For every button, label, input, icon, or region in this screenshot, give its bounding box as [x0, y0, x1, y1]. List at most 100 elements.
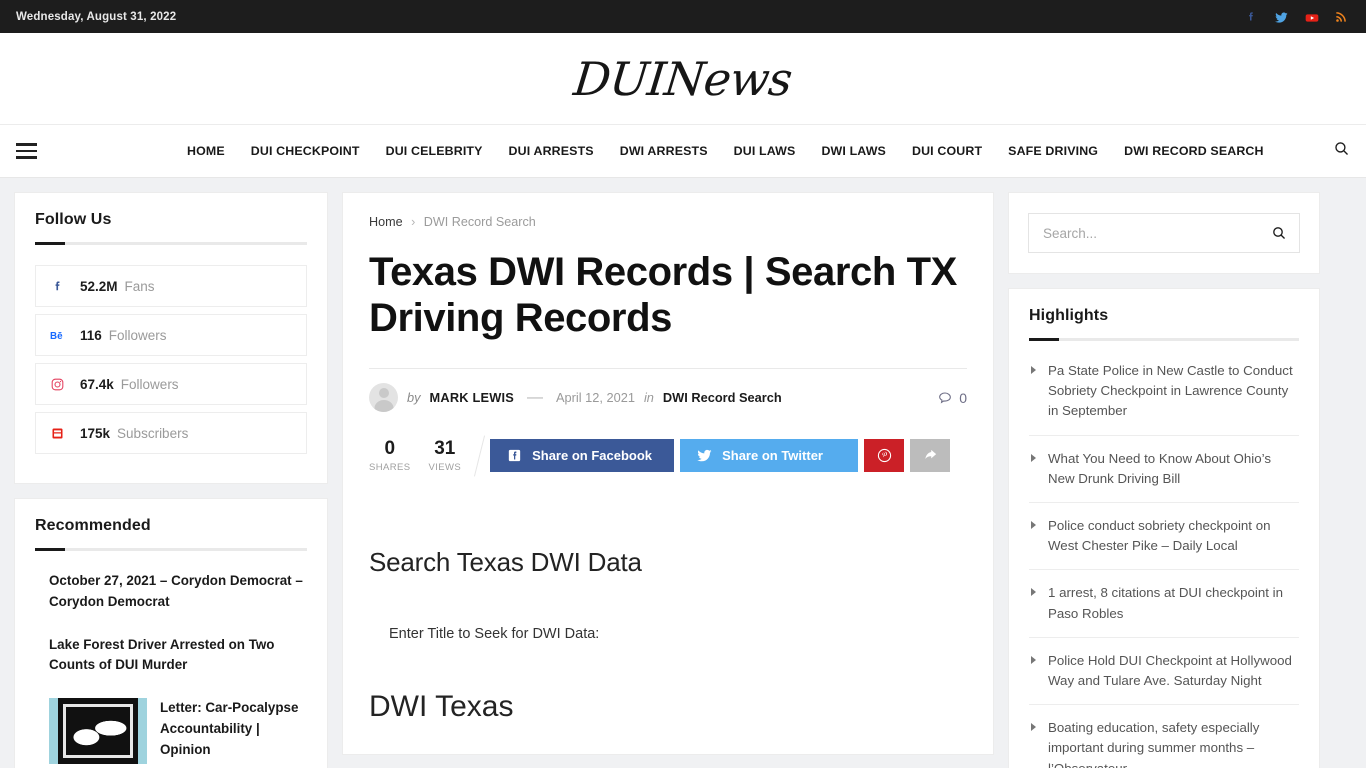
youtube-icon[interactable]: [1304, 10, 1319, 24]
rss-icon[interactable]: [1334, 10, 1348, 24]
breadcrumb-home[interactable]: Home: [369, 215, 403, 229]
search-widget: [1008, 192, 1320, 274]
share-facebook-button[interactable]: Share on Facebook: [490, 439, 675, 473]
twitter-icon[interactable]: [1274, 10, 1288, 24]
chevron-right-icon: [1031, 655, 1039, 664]
page-title: Texas DWI Records | Search TX Driving Re…: [369, 250, 957, 341]
chevron-right-icon: [1031, 366, 1039, 374]
nav-item-dui-checkpoint[interactable]: DUI CHECKPOINT: [238, 144, 373, 158]
follow-item-youtube[interactable]: 175k Subscribers: [35, 412, 307, 454]
comment-count[interactable]: 0: [937, 390, 967, 406]
highlights-widget: Highlights Pa State Police in New Castle…: [1008, 288, 1320, 768]
chevron-right-icon: [1031, 521, 1039, 530]
views-count: 31: [434, 437, 456, 459]
meta-dash: —: [526, 388, 543, 406]
views-label: VIEWS: [428, 461, 462, 473]
divider: [35, 242, 307, 245]
follow-count: 116: [80, 327, 102, 343]
top-social-links: [1244, 10, 1348, 24]
author-name[interactable]: MARK LEWIS: [430, 390, 514, 405]
list-item[interactable]: Pa State Police in New Castle to Conduct…: [1029, 361, 1299, 436]
category-link[interactable]: DWI Record Search: [663, 390, 782, 405]
nav-item-dui-laws[interactable]: DUI LAWS: [721, 144, 809, 158]
follow-item-behance[interactable]: Bē 116 Followers: [35, 314, 307, 356]
chevron-right-icon: [1031, 453, 1039, 462]
follow-count: 52.2M: [80, 278, 118, 294]
list-item[interactable]: October 27, 2021 – Corydon Democrat – Co…: [35, 571, 307, 613]
article-thumbnail: [49, 698, 147, 765]
chevron-right-icon: [1031, 588, 1039, 597]
pinterest-icon: [877, 449, 891, 463]
highlight-title: Boating education, safety especially imp…: [1048, 720, 1260, 768]
views-stat: 31 VIEWS: [428, 437, 479, 473]
divider: [1029, 338, 1299, 341]
page-body: Follow Us 52.2M Fans Bē 116 Followers 67…: [0, 178, 1366, 768]
top-bar: Wednesday, August 31, 2022: [0, 0, 1366, 33]
share-twitter-button[interactable]: Share on Twitter: [680, 439, 859, 473]
follow-label: Fans: [124, 278, 155, 294]
comment-bubble-icon: [939, 392, 952, 404]
follow-item-facebook[interactable]: 52.2M Fans: [35, 265, 307, 307]
recommended-item-title: October 27, 2021 – Corydon Democrat – Co…: [49, 573, 303, 609]
site-header: DUINews: [0, 33, 1366, 125]
in-label: in: [643, 390, 654, 406]
nav-item-safe-driving[interactable]: SAFE DRIVING: [995, 144, 1111, 158]
follow-label: Subscribers: [117, 425, 189, 441]
main-navigation: HOME DUI CHECKPOINT DUI CELEBRITY DUI AR…: [0, 125, 1366, 178]
nav-item-home[interactable]: HOME: [174, 144, 238, 158]
site-logo[interactable]: DUINews: [572, 52, 795, 106]
list-item[interactable]: Police Hold DUI Checkpoint at Hollywood …: [1029, 638, 1299, 706]
breadcrumb-current[interactable]: DWI Record Search: [424, 215, 536, 229]
by-label: by: [407, 390, 421, 406]
highlight-title: Police conduct sobriety checkpoint on We…: [1048, 518, 1271, 554]
follow-item-instagram[interactable]: 67.4k Followers: [35, 363, 307, 405]
list-item[interactable]: Boating education, safety especially imp…: [1029, 705, 1299, 768]
nav-item-dui-court[interactable]: DUI COURT: [899, 144, 995, 158]
shares-stat: 0 SHARES: [369, 437, 428, 473]
nav-item-dwi-arrests[interactable]: DWI ARRESTS: [607, 144, 721, 158]
facebook-icon: [50, 279, 80, 294]
search-icon[interactable]: [1333, 140, 1350, 162]
highlight-title: What You Need to Know About Ohio’s New D…: [1048, 450, 1272, 486]
list-item[interactable]: Police conduct sobriety checkpoint on We…: [1029, 503, 1299, 571]
instagram-icon: [50, 377, 80, 392]
nav-item-dui-arrests[interactable]: DUI ARRESTS: [496, 144, 607, 158]
chevron-right-icon: [1031, 723, 1039, 732]
recommended-item-title: Letter: Car-Pocalypse Accountability | O…: [160, 700, 299, 757]
form-field-label: Enter Title to Seek for DWI Data:: [389, 625, 600, 642]
facebook-icon[interactable]: [1244, 10, 1258, 24]
search-input[interactable]: [1043, 225, 1271, 241]
twitter-icon: [697, 450, 712, 462]
avatar: [369, 383, 398, 413]
recommended-item-title: Lake Forest Driver Arrested on Two Count…: [49, 636, 275, 673]
hamburger-icon[interactable]: [0, 125, 52, 178]
shares-count: 0: [384, 437, 396, 459]
list-item[interactable]: What You Need to Know About Ohio’s New D…: [1029, 436, 1299, 504]
divider: [35, 548, 307, 551]
list-item[interactable]: 1 arrest, 8 citations at DUI checkpoint …: [1029, 570, 1299, 638]
highlights-title: Highlights: [1029, 307, 1109, 324]
content-heading-1: Search Texas DWI Data: [369, 546, 642, 577]
share-bar: 0 SHARES 31 VIEWS Share on Facebook Shar…: [369, 435, 967, 477]
behance-icon: Bē: [50, 329, 80, 342]
nav-item-dwi-laws[interactable]: DWI LAWS: [808, 144, 899, 158]
facebook-icon: [508, 450, 521, 462]
search-icon[interactable]: [1271, 225, 1287, 241]
highlight-title: Pa State Police in New Castle to Conduct…: [1048, 363, 1293, 419]
current-date: Wednesday, August 31, 2022: [16, 10, 177, 23]
list-item[interactable]: Lake Forest Driver Arrested on Two Count…: [35, 635, 307, 677]
share-more-button[interactable]: [910, 439, 951, 473]
article-meta: by MARK LEWIS — April 12, 2021 in DWI Re…: [369, 369, 967, 415]
nav-item-dui-celebrity[interactable]: DUI CELEBRITY: [373, 144, 496, 158]
recommended-title: Recommended: [35, 517, 151, 534]
follow-us-title: Follow Us: [35, 211, 112, 228]
share-pinterest-button[interactable]: [864, 439, 905, 473]
share-twitter-label: Share on Twitter: [722, 448, 823, 464]
nav-item-dwi-record-search[interactable]: DWI RECORD SEARCH: [1111, 144, 1277, 158]
follow-count: 67.4k: [80, 376, 114, 392]
list-item[interactable]: Letter: Car-Pocalypse Accountability | O…: [35, 698, 307, 765]
right-sidebar: Highlights Pa State Police in New Castle…: [1008, 192, 1320, 768]
nav-menu: HOME DUI CHECKPOINT DUI CELEBRITY DUI AR…: [174, 144, 1277, 158]
follow-count: 175k: [80, 425, 111, 441]
shares-label: SHARES: [369, 461, 411, 473]
